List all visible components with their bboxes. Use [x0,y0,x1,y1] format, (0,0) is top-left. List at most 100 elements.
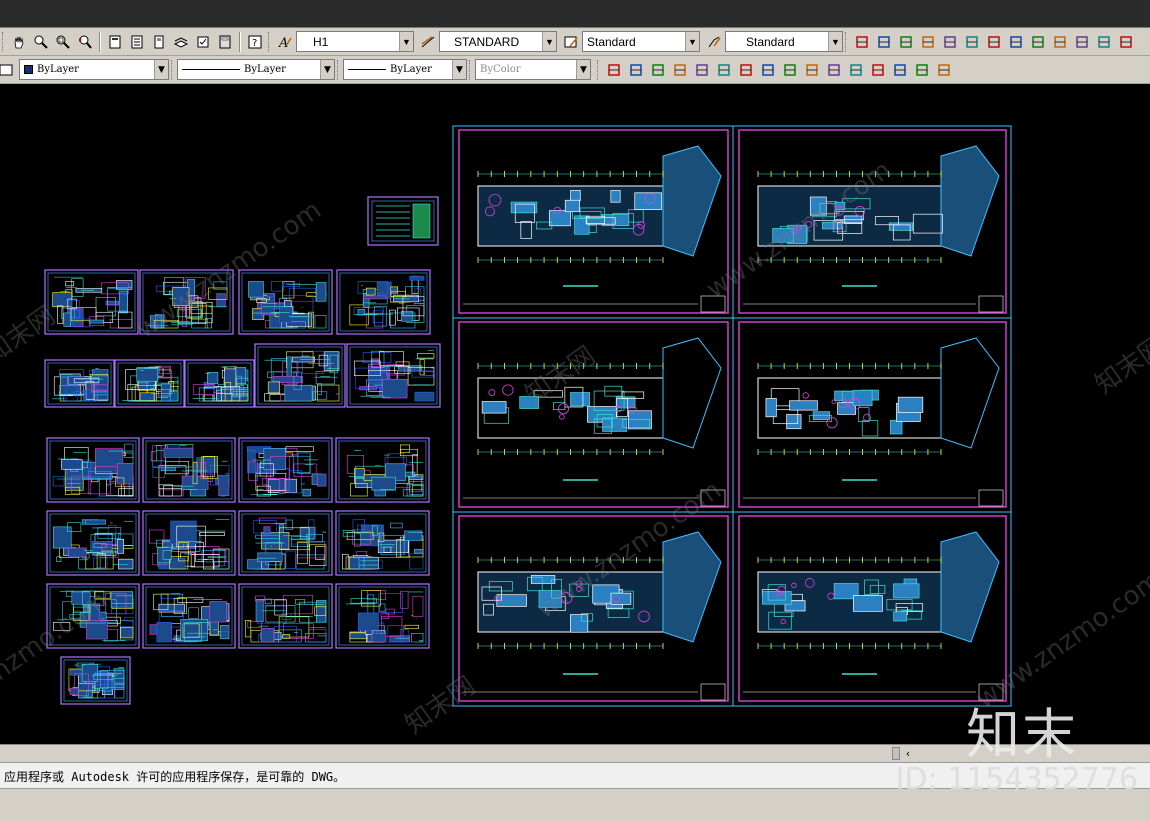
layer-match-icon[interactable] [736,60,756,80]
layer-on-icon[interactable] [890,60,910,80]
drawing-detail [317,473,327,487]
color-select[interactable]: ByLayer ▼ [19,59,169,80]
drawing-detail [371,358,379,365]
help-icon[interactable]: ? [245,32,265,52]
text-style-select[interactable]: H1 ▼ [296,31,414,52]
layer-isolate-icon[interactable] [868,60,888,80]
drawing-detail [162,550,172,560]
tolerance-icon[interactable] [962,32,982,52]
toolbar-grip[interactable] [2,31,6,52]
drawing-canvas[interactable]: www.znzmo.com www.znzmo.com www.znzmo.co… [0,85,1150,744]
calculator-icon[interactable] [215,32,235,52]
chevron-down-icon: ▼ [320,60,334,79]
layer-previous-icon[interactable] [604,60,624,80]
continue-dim-icon[interactable] [918,32,938,52]
toolbar-grip[interactable] [171,59,175,80]
drawing-detail [284,300,292,307]
baseline-dim-icon[interactable] [896,32,916,52]
sheet-set-icon[interactable] [171,32,191,52]
layer-lock-icon[interactable] [714,60,734,80]
mleader-style-select[interactable]: Standard ▼ [725,31,843,52]
chevron-down-icon: ▼ [542,32,556,51]
layer-delete-icon[interactable] [802,60,822,80]
color-value: ByLayer [37,64,79,75]
center-mark-icon[interactable] [940,32,960,52]
chevron-down-icon: ▼ [452,60,466,79]
drawing-detail [324,351,340,371]
toolbar-grip[interactable] [268,31,272,52]
layer-states-icon[interactable] [626,60,646,80]
dim-style-select[interactable]: STANDARD ▼ [439,31,557,52]
drawing-detail [170,520,197,545]
mleader-style-icon[interactable] [704,32,724,52]
drawing-detail [71,591,91,605]
drawing-detail [278,524,284,533]
zoom-realtime-icon[interactable] [31,32,51,52]
chevron-down-icon: ▼ [685,32,699,51]
pan-icon[interactable] [9,32,29,52]
drawing-detail [207,372,219,384]
layer-on-icon[interactable] [670,60,690,80]
tool-palettes-icon[interactable] [149,32,169,52]
drawing-detail [117,463,134,485]
layer-merge-icon[interactable] [780,60,800,80]
table-style-icon[interactable] [561,32,581,52]
aligned-dim-icon[interactable] [1116,32,1136,52]
drawing-detail [377,539,409,554]
drawing-detail [52,526,72,549]
toolbar-grip[interactable] [597,59,601,80]
layer-walk-icon[interactable] [758,60,778,80]
room [481,401,507,414]
layer-tools-icon[interactable] [0,60,16,80]
text-style-value: H1 [313,34,329,49]
zoom-window-icon[interactable] [53,32,73,52]
scrollbar-thumb[interactable] [892,747,900,760]
room [821,221,842,230]
toolbar-grip[interactable] [469,59,473,80]
toolbar-grip[interactable] [845,31,849,52]
svg-text:?: ? [252,38,257,49]
insert-icon[interactable] [1050,32,1070,52]
aligned-dim-icon[interactable] [874,32,894,52]
linear-dim-icon[interactable] [1094,32,1114,52]
grid-icon[interactable] [1006,32,1026,52]
drawing-detail [224,368,237,388]
lineweight-select[interactable]: ByLayer ▼ [343,59,467,80]
drawing-detail [156,622,172,643]
drawing-detail [257,552,283,562]
drawing-detail [139,392,156,402]
toolbar-grip[interactable] [337,59,341,80]
room [890,419,903,435]
chevron-down-icon: ▼ [399,32,413,51]
layer-isolate-icon[interactable] [648,60,668,80]
layer-freeze-icon[interactable] [692,60,712,80]
layer-lock-icon[interactable] [934,60,954,80]
drawing-detail [389,635,410,643]
brand-watermark: 知末 [966,703,1078,766]
dim-style-icon[interactable] [418,32,438,52]
properties-icon[interactable] [105,32,125,52]
drawing-detail [61,459,83,470]
zoom-previous-icon[interactable] [75,32,95,52]
linear-dim-icon[interactable] [852,32,872,52]
block-icon[interactable] [1028,32,1048,52]
text-style-icon[interactable]: A [275,32,295,52]
drawing-detail [113,668,125,684]
layer-freeze-icon[interactable] [912,60,932,80]
room [834,201,846,210]
linetype-select[interactable]: ByLayer ▼ [177,59,335,80]
layout-icon[interactable] [1072,32,1092,52]
model-space [44,125,1012,707]
table-icon[interactable] [984,32,1004,52]
standard-toolbar: ? A H1 ▼ STANDARD ▼ Standard ▼ Standard ▼ [0,28,1150,56]
svg-text:A: A [278,36,288,50]
layer-previous-icon[interactable] [824,60,844,80]
markup-icon[interactable] [193,32,213,52]
table-style-select[interactable]: Standard ▼ [582,31,700,52]
drawing-detail [172,287,190,306]
design-center-icon[interactable] [127,32,147,52]
drawing-detail [315,282,327,302]
layer-states-icon[interactable] [846,60,866,80]
scroll-left-button[interactable]: ‹ [900,746,916,761]
plot-style-select[interactable]: ByColor ▼ [475,59,591,80]
